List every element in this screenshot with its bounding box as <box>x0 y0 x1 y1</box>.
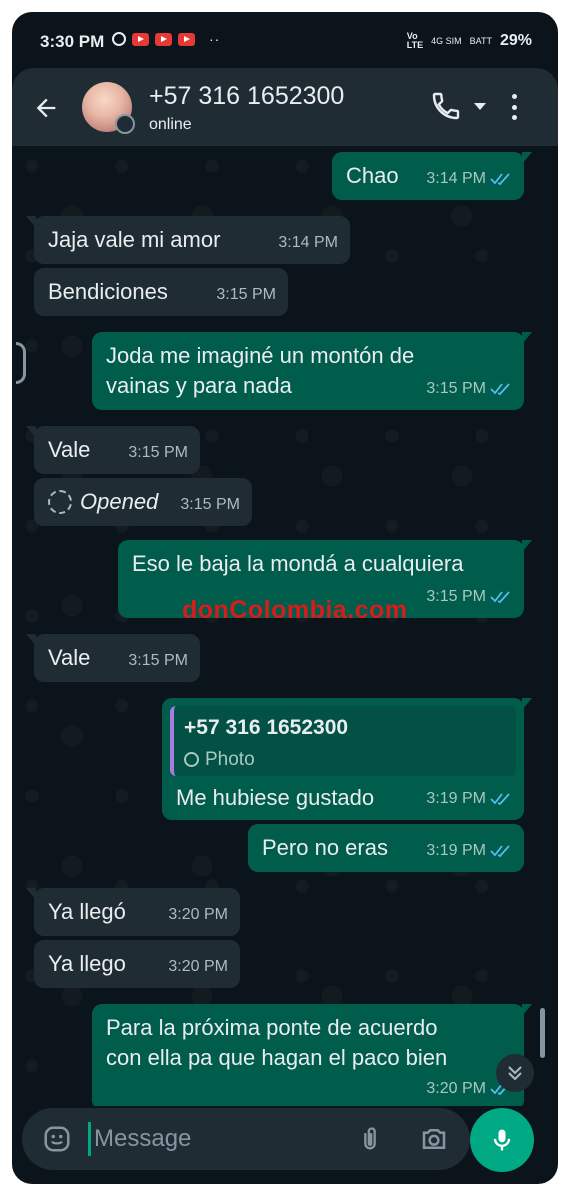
message-time: 3:15 PM <box>128 444 188 461</box>
avatar[interactable] <box>82 82 135 134</box>
notification-icons: ·· <box>112 31 220 47</box>
edge-swipe-indicator <box>16 342 26 384</box>
read-ticks-icon <box>490 172 510 185</box>
quoted-message[interactable]: +57 316 1652300 Photo <box>170 706 516 776</box>
more-vert-icon[interactable] <box>512 94 518 120</box>
read-ticks-icon <box>490 844 510 857</box>
quoted-type: Photo <box>205 749 255 770</box>
view-once-icon <box>184 752 199 767</box>
message-time: 3:20 PM <box>168 958 228 975</box>
message-outgoing[interactable]: Joda me imaginé un montón de vainas y pa… <box>92 332 532 410</box>
status-ring-icon <box>115 114 135 134</box>
call-icon[interactable] <box>430 90 462 122</box>
double-chevron-down-icon <box>508 1066 522 1081</box>
attach-icon[interactable] <box>356 1124 384 1154</box>
battery-percent: 29% <box>499 32 532 49</box>
mic-icon <box>493 1129 511 1151</box>
message-time: 3:14 PM <box>426 170 486 187</box>
view-once-opened-message[interactable]: Opened 3:15 PM <box>34 478 252 526</box>
message-input[interactable] <box>94 1120 334 1158</box>
emoji-icon[interactable] <box>42 1124 72 1154</box>
message-time: 3:15 PM <box>180 496 240 513</box>
message-outgoing[interactable]: Pero no eras 3:19 PM <box>248 824 524 872</box>
message-time: 3:20 PM <box>426 1080 486 1097</box>
message-incoming[interactable]: Vale 3:15 PM <box>26 426 200 474</box>
call-options-chevron-icon[interactable] <box>474 103 486 110</box>
view-once-icon <box>48 489 72 514</box>
message-time: 3:19 PM <box>426 842 486 859</box>
text-cursor <box>88 1122 91 1156</box>
youtube-icon <box>178 32 195 46</box>
chat-header: +57 316 1652300 online <box>12 68 558 146</box>
watermark: donColombia.com <box>182 596 408 624</box>
youtube-icon <box>132 32 149 46</box>
battery-icon: BATT <box>469 36 492 46</box>
voice-message-button[interactable] <box>470 1108 534 1172</box>
message-list[interactable]: Chao 3:14 PM Jaja vale mi amor 3:14 PM B… <box>12 146 558 1106</box>
message-time: 3:20 PM <box>168 906 228 923</box>
more-notifications-icon: ·· <box>209 31 221 47</box>
scroll-to-bottom-button[interactable] <box>496 1054 534 1092</box>
camera-icon[interactable] <box>418 1124 450 1154</box>
message-incoming[interactable]: Ya llego 3:20 PM <box>34 940 240 988</box>
message-composer <box>22 1108 470 1170</box>
message-incoming[interactable]: Ya llegó 3:20 PM <box>26 888 240 936</box>
message-time: 3:15 PM <box>216 286 276 303</box>
contact-name[interactable]: +57 316 1652300 <box>149 82 344 111</box>
youtube-icon <box>155 32 172 46</box>
message-time: 3:19 PM <box>426 790 486 807</box>
message-time: 3:15 PM <box>426 380 486 397</box>
signal-icon: 4G SIM <box>431 36 462 46</box>
read-ticks-icon <box>490 792 510 805</box>
contact-status: online <box>149 116 192 133</box>
message-time: 3:15 PM <box>128 652 188 669</box>
status-time: 3:30 PM <box>40 32 105 51</box>
volte-indicator: Vo LTE <box>406 31 424 50</box>
back-arrow-icon[interactable] <box>32 94 60 122</box>
read-ticks-icon <box>490 590 510 603</box>
status-bar: 3:30 PM ·· Vo LTE 4G SIM BATT 29% <box>12 12 558 68</box>
message-outgoing[interactable]: Chao 3:14 PM <box>332 152 532 200</box>
scrollbar[interactable] <box>540 1008 545 1058</box>
message-time: 3:14 PM <box>278 234 338 251</box>
read-ticks-icon <box>490 382 510 395</box>
alarm-icon <box>112 32 126 46</box>
message-incoming[interactable]: Bendiciones 3:15 PM <box>34 268 288 316</box>
message-outgoing[interactable]: Para la próxima ponte de acuerdo con ell… <box>92 1004 532 1106</box>
message-incoming[interactable]: Vale 3:15 PM <box>26 634 200 682</box>
phone-screen: 3:30 PM ·· Vo LTE 4G SIM BATT 29% +57 31… <box>12 12 558 1184</box>
system-icons: Vo LTE 4G SIM BATT 29% <box>407 32 532 50</box>
message-time: 3:15 PM <box>426 588 486 605</box>
message-incoming[interactable]: Jaja vale mi amor 3:14 PM <box>26 216 350 264</box>
quoted-sender: +57 316 1652300 <box>184 716 349 739</box>
message-outgoing-reply[interactable]: +57 316 1652300 Photo Me hubiese gustado… <box>162 698 532 820</box>
